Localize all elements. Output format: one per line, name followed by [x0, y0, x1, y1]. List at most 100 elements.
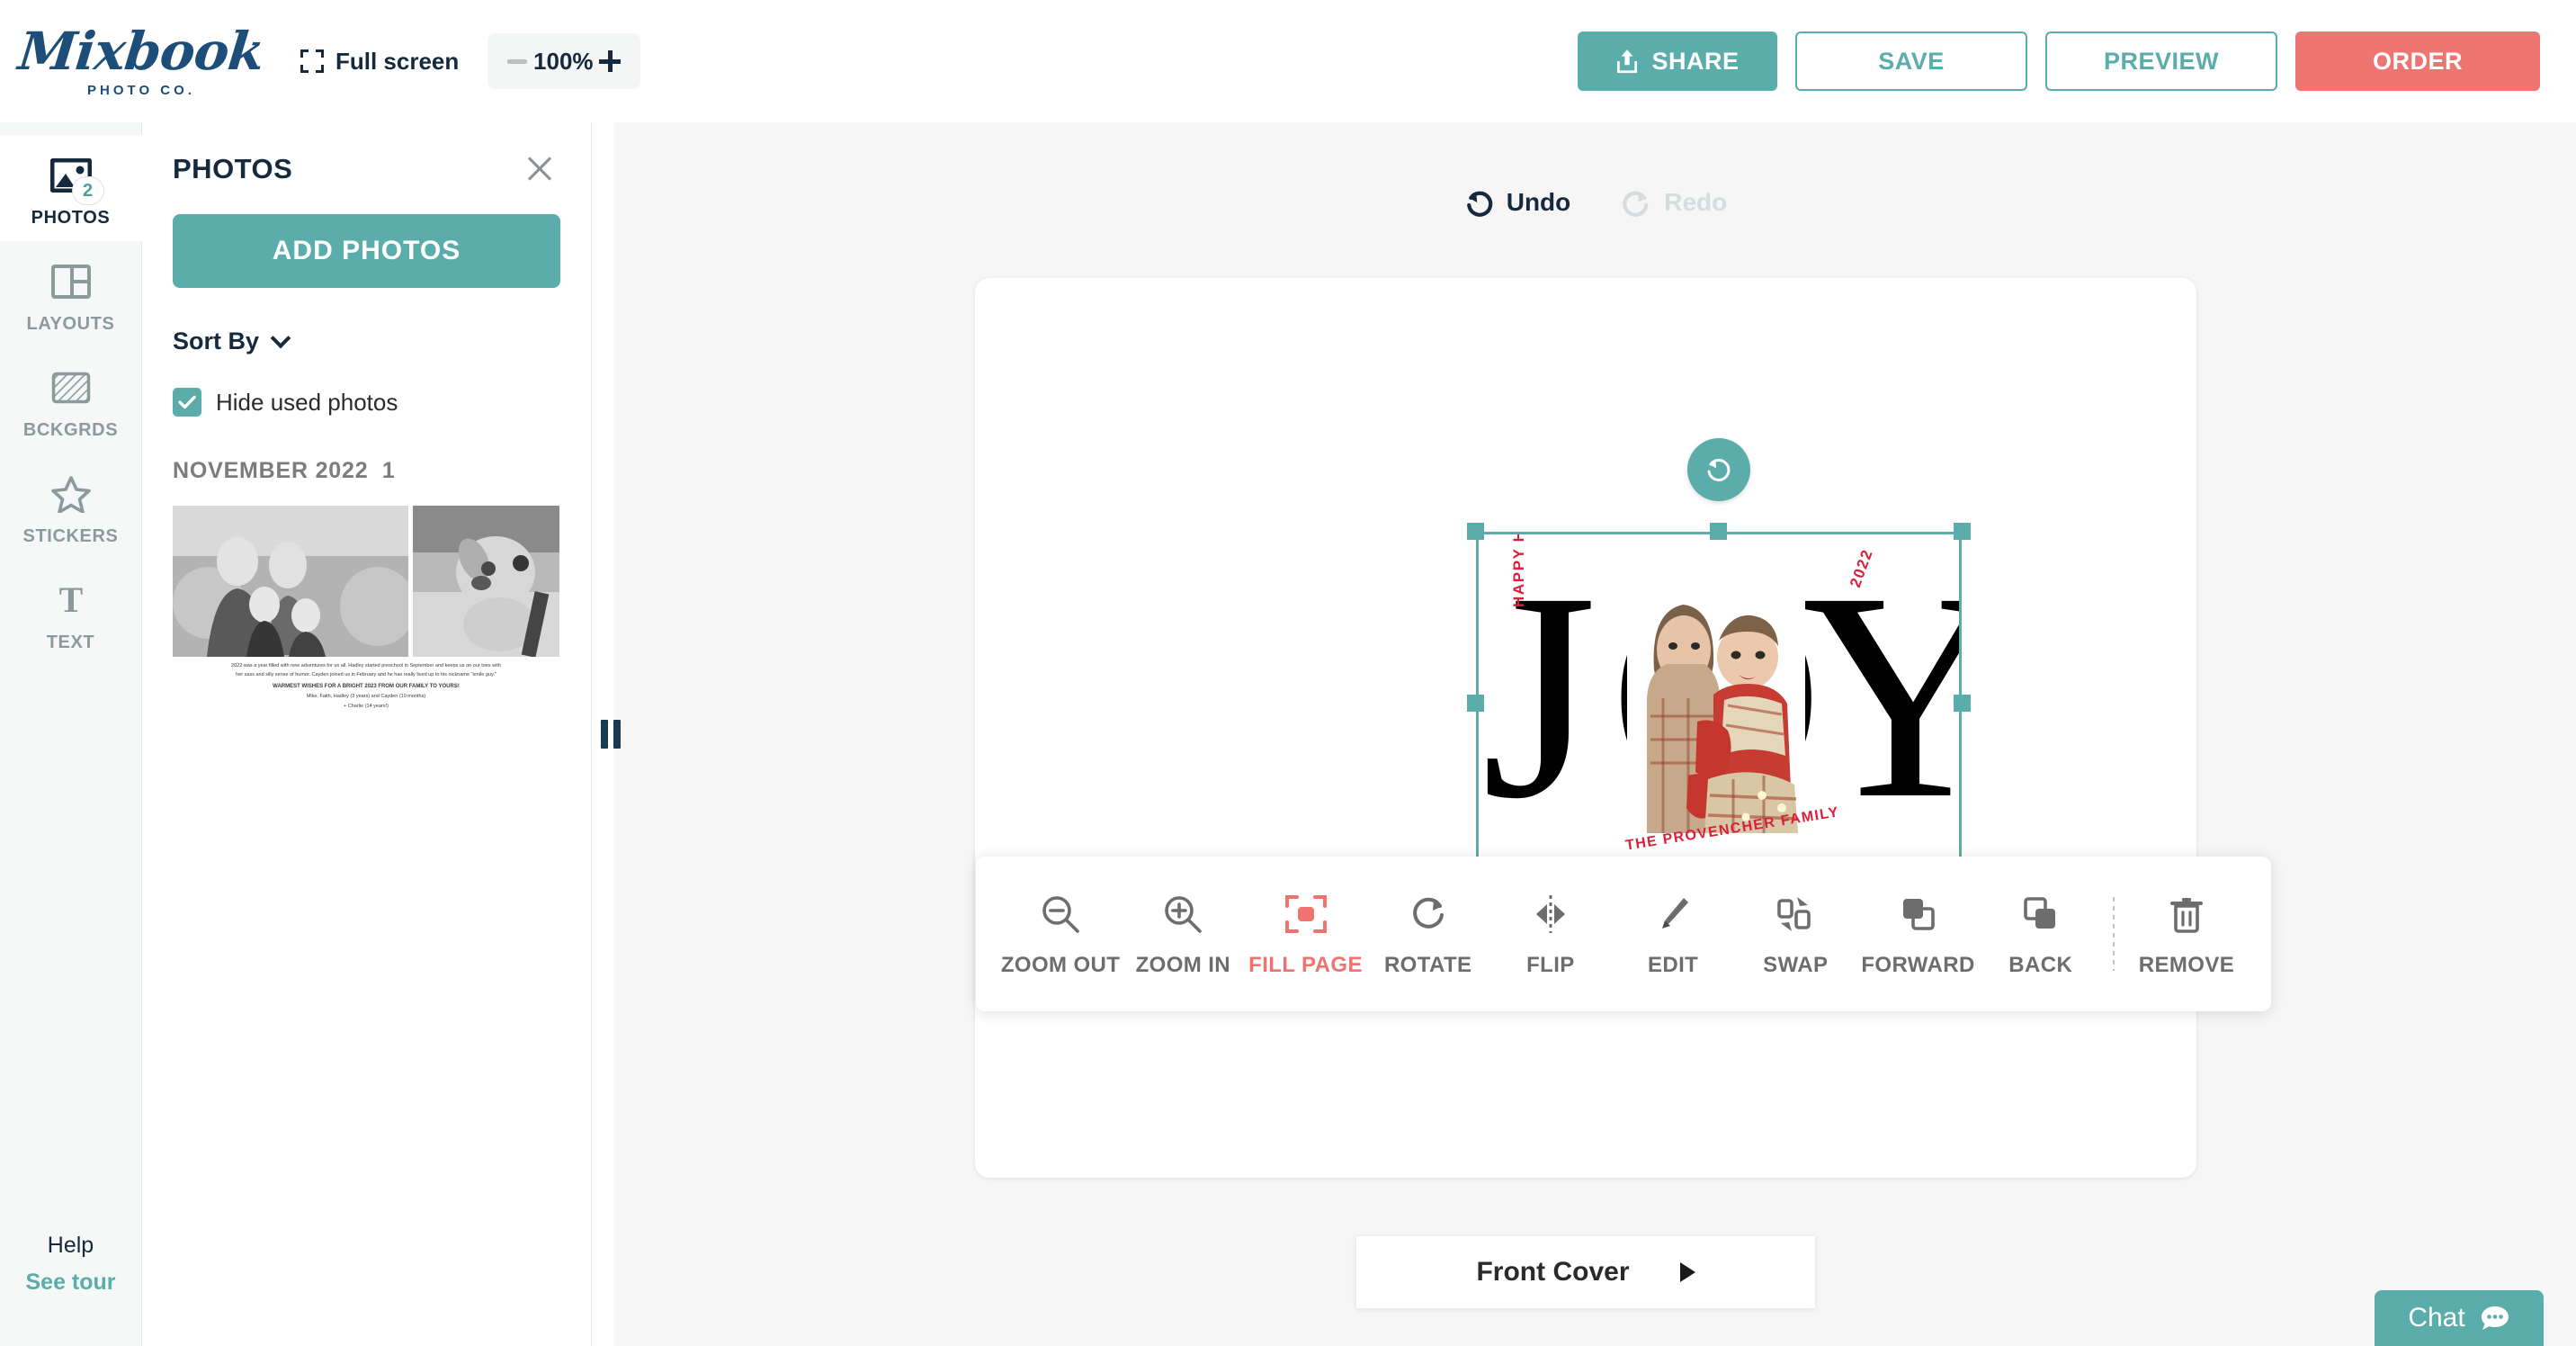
rotate-handle[interactable] — [1687, 438, 1750, 501]
app-header: Mixbook PHOTO CO. Full screen 100% SHARE… — [0, 0, 2576, 122]
undo-button[interactable]: Undo — [1463, 187, 1570, 218]
chat-bubble-icon — [2481, 1306, 2509, 1330]
left-rail: 2 PHOTOS LAYOUTS BCKGRDS STICKERS T TEXT… — [0, 122, 142, 1346]
swap-icon — [1775, 890, 1816, 938]
tool-label-back: BACK — [2008, 953, 2073, 977]
tool-flip[interactable]: FLIP — [1489, 857, 1612, 1011]
logo-subtitle: PHOTO CO. — [87, 82, 195, 98]
flip-icon — [1531, 890, 1570, 938]
sidebar-item-photos[interactable]: 2 PHOTOS — [0, 135, 142, 241]
share-label: SHARE — [1651, 47, 1740, 75]
thumbnail-caption: 2022 was a year filled with new adventur… — [173, 661, 559, 711]
caption-wishes: WARMEST WISHES FOR A BRIGHT 2023 FROM OU… — [273, 684, 460, 690]
add-photos-button[interactable]: ADD PHOTOS — [173, 214, 560, 288]
preview-button[interactable]: PREVIEW — [2045, 31, 2277, 91]
redo-arrow-icon — [1623, 191, 1649, 217]
see-tour-link[interactable]: See tour — [25, 1270, 115, 1296]
page-nav-label: Front Cover — [1476, 1257, 1630, 1287]
rail-footer: Help See tour — [25, 1233, 115, 1296]
thumbnail-family-photo — [173, 506, 408, 657]
page-navigator[interactable]: Front Cover — [1356, 1236, 1815, 1308]
resize-handle-middle-left[interactable] — [1467, 695, 1484, 712]
tool-zoom-out[interactable]: ZOOM OUT — [999, 857, 1122, 1011]
forward-icon — [1898, 890, 1939, 938]
zoom-out-icon — [1040, 890, 1081, 938]
panel-header: PHOTOS — [142, 122, 591, 185]
panel-title: PHOTOS — [173, 153, 293, 184]
tool-rotate[interactable]: ROTATE — [1367, 857, 1489, 1011]
zoom-control: 100% — [487, 33, 641, 89]
chevron-down-icon — [270, 328, 291, 349]
zoom-level-value: 100% — [533, 47, 594, 75]
sidebar-label-photos: PHOTOS — [31, 208, 111, 228]
triangle-right-icon[interactable] — [1679, 1262, 1695, 1282]
redo-label: Redo — [1664, 188, 1728, 216]
tool-remove[interactable]: REMOVE — [2125, 857, 2248, 1011]
sidebar-item-layouts[interactable]: LAYOUTS — [0, 241, 142, 347]
header-actions: SHARE SAVE PREVIEW ORDER — [1578, 31, 2540, 91]
help-link[interactable]: Help — [48, 1233, 94, 1259]
tool-label-swap: SWAP — [1763, 953, 1829, 977]
photos-count-badge: 2 — [71, 176, 104, 205]
sidebar-item-stickers[interactable]: STICKERS — [0, 453, 142, 560]
caption-line-1: 2022 was a year filled with new adventur… — [231, 663, 501, 669]
fill-page-icon — [1284, 890, 1328, 938]
sidebar-label-text: TEXT — [46, 633, 95, 652]
order-label: ORDER — [2372, 47, 2463, 75]
tool-edit[interactable]: EDIT — [1612, 857, 1734, 1011]
caption-pet: + Charlie (14 years!) — [344, 703, 389, 709]
share-button[interactable]: SHARE — [1578, 31, 1777, 91]
photo-group-date: NOVEMBER 2022 — [173, 458, 369, 483]
zoom-in-button[interactable] — [599, 50, 622, 72]
tool-label-fill-page: FILL PAGE — [1248, 953, 1363, 977]
sort-by-dropdown[interactable]: Sort By — [173, 328, 591, 355]
mixbook-logo[interactable]: Mixbook PHOTO CO. — [15, 21, 266, 98]
star-icon — [50, 470, 91, 518]
hide-used-photos-checkbox[interactable]: Hide used photos — [173, 388, 591, 417]
resize-handle-top-left[interactable] — [1467, 523, 1484, 540]
zoom-out-button[interactable] — [507, 58, 528, 64]
fullscreen-button[interactable]: Full screen — [300, 48, 459, 76]
caption-line-2: her sass and silly sense of humor. Cayde… — [236, 672, 496, 678]
tool-label-remove: REMOVE — [2138, 953, 2235, 977]
zoom-in-icon — [1162, 890, 1203, 938]
sidebar-item-text[interactable]: T TEXT — [0, 560, 142, 666]
tool-label-zoom-out: ZOOM OUT — [1000, 953, 1121, 977]
photo-thumbnail[interactable]: 2022 was a year filled with new adventur… — [173, 506, 559, 711]
tool-label-flip: FLIP — [1526, 953, 1575, 977]
back-icon — [2020, 890, 2062, 938]
tool-back[interactable]: BACK — [1980, 857, 2102, 1011]
resize-handle-top-center[interactable] — [1710, 523, 1727, 540]
tool-fill-page[interactable]: FILL PAGE — [1244, 857, 1366, 1011]
resize-handle-middle-right[interactable] — [1954, 695, 1971, 712]
selected-photo-frame[interactable]: J O Y — [1467, 438, 1971, 884]
save-button[interactable]: SAVE — [1795, 31, 2027, 91]
tool-zoom-in[interactable]: ZOOM IN — [1122, 857, 1244, 1011]
panel-resize-handle[interactable] — [601, 720, 621, 749]
svg-text:T: T — [58, 582, 83, 618]
undo-arrow-icon — [1466, 191, 1492, 217]
tool-forward[interactable]: FORWARD — [1856, 857, 1979, 1011]
close-icon[interactable] — [524, 154, 555, 184]
hide-used-photos-label: Hide used photos — [216, 388, 398, 416]
tool-swap[interactable]: SWAP — [1734, 857, 1856, 1011]
backgrounds-icon — [51, 363, 91, 412]
sidebar-item-bckgrds[interactable]: BCKGRDS — [0, 347, 142, 453]
trash-icon — [2168, 890, 2205, 938]
sidebar-label-layouts: LAYOUTS — [26, 314, 115, 334]
order-button[interactable]: ORDER — [2295, 31, 2540, 91]
fullscreen-icon — [300, 49, 324, 73]
chat-button[interactable]: Chat — [2375, 1290, 2544, 1346]
sort-by-label: Sort By — [173, 328, 260, 354]
text-icon: T — [55, 576, 87, 624]
fullscreen-label: Full screen — [335, 47, 460, 75]
sidebar-label-bckgrds: BCKGRDS — [22, 420, 119, 440]
undo-redo-bar: Undo Redo — [1463, 187, 1727, 218]
redo-button[interactable]: Redo — [1621, 187, 1727, 218]
resize-handle-top-right[interactable] — [1954, 523, 1971, 540]
chat-label: Chat — [2408, 1303, 2465, 1333]
add-photos-label: ADD PHOTOS — [272, 236, 461, 265]
preview-label: PREVIEW — [2103, 47, 2220, 75]
selection-outline — [1476, 532, 1962, 875]
logo-wordmark: Mixbook — [15, 20, 267, 82]
